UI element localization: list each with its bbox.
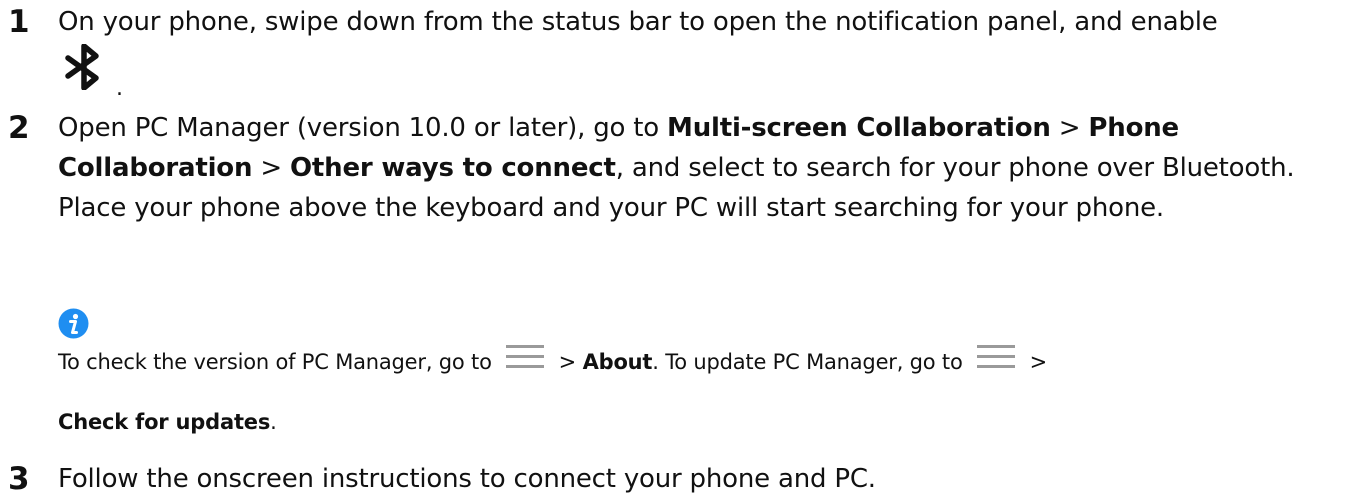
menu-icon — [977, 345, 1016, 368]
step-text: Open PC Manager (version 10.0 or later),… — [58, 108, 1354, 228]
note-period: . — [270, 410, 277, 434]
bluetooth-icon — [65, 44, 99, 90]
separator: > — [1023, 350, 1048, 374]
step-number: 2 — [8, 110, 30, 146]
multi-screen-collaboration-label: Multi-screen Collaboration — [667, 113, 1051, 143]
step-text: On your phone, swipe down from the statu… — [58, 7, 1218, 37]
separator: > — [552, 350, 583, 374]
note-line-2: Check for updates. — [58, 407, 277, 437]
info-icon — [58, 308, 89, 339]
step-number: 1 — [8, 4, 30, 40]
note-text-a: To check the version of PC Manager, go t… — [58, 350, 499, 374]
menu-icon — [506, 345, 545, 368]
note-line-1: To check the version of PC Manager, go t… — [58, 341, 1047, 377]
step-number: 3 — [8, 461, 30, 497]
step-text: Follow the onscreen instructions to conn… — [58, 464, 876, 494]
separator: > — [1050, 113, 1089, 143]
note-text-b: . To update PC Manager, go to — [652, 350, 970, 374]
other-ways-to-connect-label: Other ways to connect — [290, 153, 616, 183]
step-1-period: . — [116, 76, 123, 101]
step-2-text-part1: Open PC Manager (version 10.0 or later),… — [58, 113, 668, 143]
note: To check the version of PC Manager, go t… — [58, 308, 1354, 438]
check-for-updates-label: Check for updates — [58, 410, 271, 434]
separator: > — [252, 153, 290, 183]
about-label: About — [582, 350, 653, 374]
